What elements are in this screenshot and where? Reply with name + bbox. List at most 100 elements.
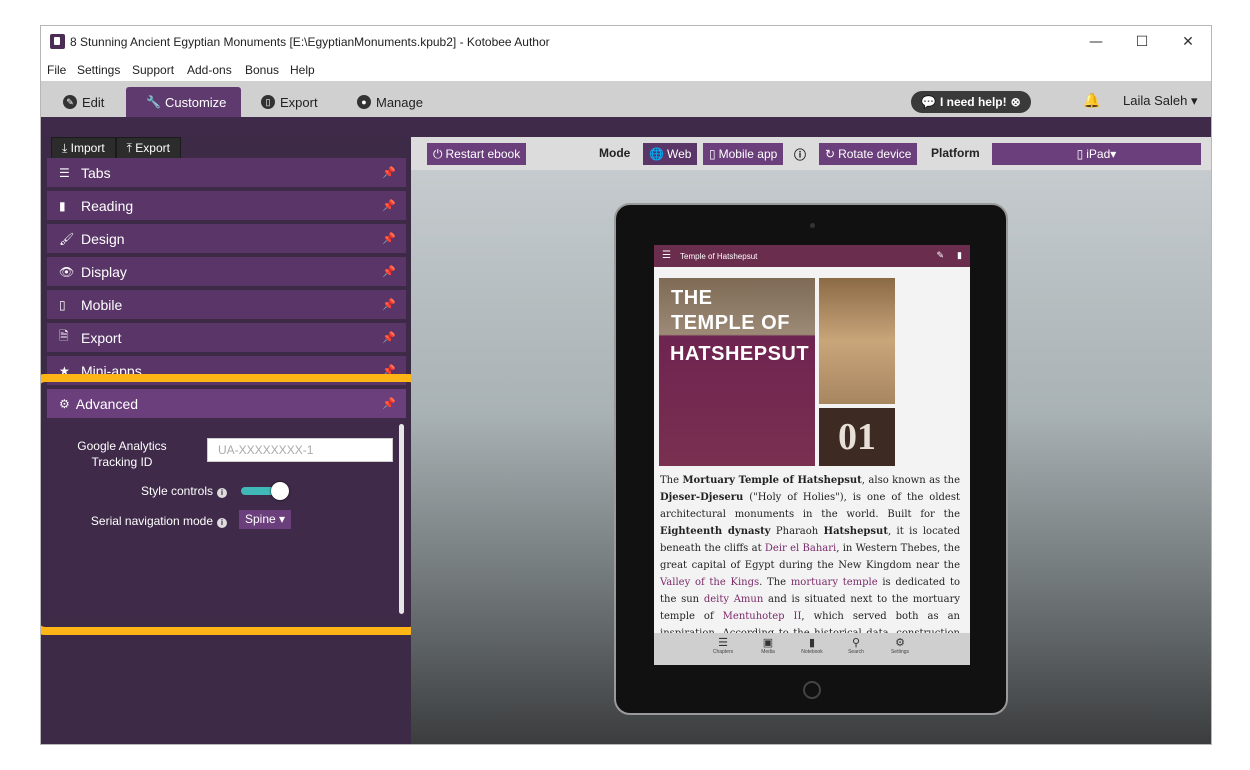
window-title: 8 Stunning Ancient Egyptian Monuments [E… — [70, 35, 550, 49]
maximize-button[interactable]: ☐ — [1119, 26, 1165, 57]
menu-settings[interactable]: Settings — [77, 63, 120, 77]
platform-dropdown[interactable]: ▯ iPad ▾ — [992, 143, 1201, 165]
notebook-icon: ▮ — [808, 637, 816, 649]
pin-icon[interactable]: 📌 — [382, 298, 396, 311]
mode-web-label: Web — [666, 147, 692, 161]
footer-chapters-label: Chapters — [712, 649, 734, 655]
panel-reading[interactable]: ▮ Reading 📌 — [47, 191, 406, 220]
footer-search-label: Search — [848, 649, 864, 655]
statue-image — [819, 278, 895, 404]
menu-bar: File Settings Support Add-ons Bonus Help — [41, 57, 1211, 81]
tab-manage-label: Manage — [376, 94, 423, 110]
hamburger-icon[interactable]: ☰ — [662, 250, 671, 261]
hero-line1: THE — [671, 287, 713, 309]
mode-web-button[interactable]: 🌐 Web — [643, 143, 698, 165]
tab-customize-label: Customize — [165, 94, 227, 110]
panel-tabs[interactable]: ☰ Tabs 📌 — [47, 158, 406, 187]
import-button[interactable]: ⤓ Import — [51, 137, 116, 159]
power-icon: ⏻ — [433, 146, 443, 161]
preview-area: ⏻ Restart ebook Mode 🌐 Web ▯ Mobile app … — [411, 137, 1211, 744]
title-bar: 8 Stunning Ancient Egyptian Monuments [E… — [41, 26, 1211, 57]
footer-media[interactable]: ▣ Media — [751, 636, 785, 655]
mode-mobile-label: Mobile app — [718, 147, 778, 161]
tab-edit[interactable]: ✎ Edit — [53, 87, 114, 117]
chapter-body-text: The Mortuary Temple of Hatshepsut, also … — [660, 475, 961, 656]
footer-search[interactable]: ⚲ Search — [839, 636, 873, 655]
panel-export[interactable]: 🗎 Export 📌 — [47, 323, 406, 352]
menu-bonus[interactable]: Bonus — [245, 63, 279, 77]
mobile-icon: ▯ — [59, 297, 66, 312]
platform-value: iPad — [1086, 147, 1111, 161]
menu-help[interactable]: Help — [290, 63, 315, 77]
home-button[interactable] — [803, 681, 821, 699]
bookmark-icon: ▮ — [59, 198, 66, 213]
search-icon: ⚲ — [851, 637, 861, 649]
menu-addons[interactable]: Add-ons — [187, 63, 232, 77]
footer-chapters[interactable]: ☰ Chapters — [706, 636, 740, 655]
pin-icon[interactable]: 📌 — [382, 265, 396, 278]
bookmark-icon[interactable]: ▮ — [957, 250, 962, 261]
tab-export-label: Export — [280, 94, 318, 110]
restart-ebook-button[interactable]: ⏻ Restart ebook — [427, 143, 527, 165]
edit-icon[interactable]: ✎ — [936, 250, 944, 261]
camera-dot — [810, 223, 815, 228]
ebook-chapter-title: Temple of Hatshepsut — [680, 251, 758, 261]
menu-support[interactable]: Support — [132, 63, 174, 77]
panel-display-label: Display — [81, 263, 127, 280]
footer-notebook[interactable]: ▮ Notebook — [795, 636, 829, 655]
preview-toolbar: ⏻ Restart ebook Mode 🌐 Web ▯ Mobile app … — [411, 137, 1211, 170]
user-icon: ● — [357, 95, 371, 109]
user-menu[interactable]: Laila Saleh ▾ — [1123, 93, 1197, 109]
panel-mobile-label: Mobile — [81, 296, 123, 313]
pin-icon[interactable]: 📌 — [382, 166, 396, 179]
tab-manage[interactable]: ● Manage — [347, 87, 433, 117]
wrench-icon: 🔧 — [146, 95, 161, 109]
pin-icon[interactable]: 📌 — [382, 331, 396, 344]
hero-image: THE TEMPLE OF HATSHEPSUT — [659, 278, 815, 466]
import-export-group: ⤓ Import ⤒ Export — [51, 137, 181, 159]
panel-design[interactable]: 🖌 Design 📌 — [47, 224, 406, 253]
bell-icon[interactable]: 🔔 — [1083, 92, 1100, 109]
device-icon: ▯ — [261, 95, 275, 109]
hero-line3: HATSHEPSUT — [670, 343, 810, 365]
pin-icon[interactable]: 📌 — [382, 232, 396, 245]
pencil-icon: ✎ — [63, 95, 77, 109]
panel-display[interactable]: 👁 Display 📌 — [47, 257, 406, 286]
close-circle-icon: ⊗ — [1010, 95, 1021, 109]
footer-settings[interactable]: ⚙ Settings — [883, 636, 917, 655]
footer-settings-label: Settings — [890, 649, 910, 655]
ebook-screen: ☰ Temple of Hatshepsut ✎ ▮ THE TEMPLE OF… — [654, 245, 970, 665]
upload-icon: ⤒ — [126, 140, 136, 155]
export-settings-button[interactable]: ⤒ Export — [115, 137, 181, 159]
rotate-device-label: Rotate device — [838, 147, 912, 161]
hero-line2: TEMPLE OF — [671, 312, 790, 334]
ipad-device-frame: ☰ Temple of Hatshepsut ✎ ▮ THE TEMPLE OF… — [614, 203, 1008, 715]
tablet-icon: ▯ — [1076, 147, 1084, 161]
app-window: 8 Stunning Ancient Egyptian Monuments [E… — [40, 25, 1212, 745]
tab-customize[interactable]: 🔧 Customize — [126, 87, 241, 117]
platform-label: Platform — [931, 146, 980, 160]
brush-icon: 🖌 — [59, 231, 75, 246]
mode-mobile-button[interactable]: ▯ Mobile app — [703, 143, 784, 165]
info-icon[interactable]: ⓘ — [794, 146, 806, 163]
pin-icon[interactable]: 📌 — [382, 199, 396, 212]
close-button[interactable]: ✕ — [1165, 26, 1211, 57]
caret-down-icon: ▾ — [1190, 93, 1198, 108]
export-button-label: Export — [135, 141, 170, 155]
panel-mobile[interactable]: ▯ Mobile 📌 — [47, 290, 406, 319]
minimize-button[interactable]: — — [1073, 26, 1119, 57]
eye-icon: 👁 — [59, 264, 75, 279]
chat-icon: 💬 — [921, 95, 936, 109]
panel-reading-label: Reading — [81, 197, 134, 214]
user-name: Laila Saleh — [1123, 93, 1188, 108]
tab-underline-bar — [41, 117, 1211, 137]
tab-export[interactable]: ▯ Export — [251, 87, 328, 117]
tab-edit-label: Edit — [82, 94, 105, 110]
chapter-number: 01 — [819, 408, 895, 466]
rotate-device-button[interactable]: ↻ Rotate device — [819, 143, 918, 165]
restart-ebook-label: Restart ebook — [445, 147, 521, 161]
menu-file[interactable]: File — [47, 63, 66, 77]
import-button-label: Import — [70, 141, 105, 155]
pdf-icon: 🗎 — [59, 329, 69, 343]
help-button[interactable]: 💬 I need help! ⊗ — [911, 91, 1031, 113]
